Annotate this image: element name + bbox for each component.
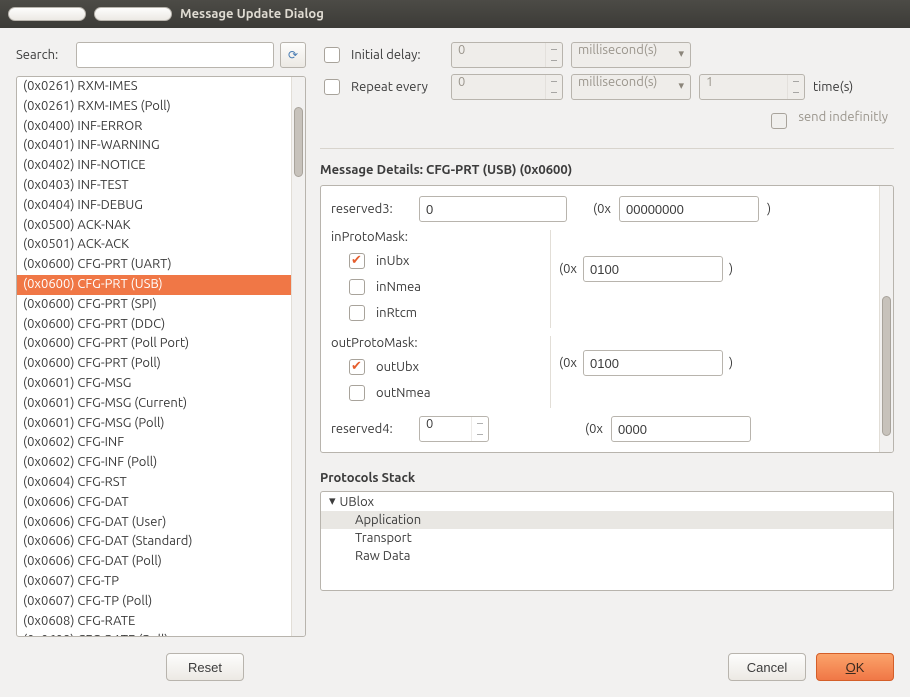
repeat-value-spinner[interactable]: 0 xyxy=(451,74,563,100)
reserved3-label: reserved3: xyxy=(331,202,411,216)
list-item[interactable]: (0x0601) CFG-MSG xyxy=(17,374,291,394)
list-item[interactable]: (0x0402) INF-NOTICE xyxy=(17,156,291,176)
tree-root[interactable]: ▾ UBlox xyxy=(321,492,893,511)
outnmea-label: outNmea xyxy=(376,386,431,400)
protocols-tree[interactable]: ▾ UBlox ApplicationTransportRaw Data xyxy=(320,491,894,591)
times-label: time(s) xyxy=(813,80,853,94)
list-item[interactable]: (0x0501) ACK-ACK xyxy=(17,235,291,255)
list-item[interactable]: (0x0404) INF-DEBUG xyxy=(17,196,291,216)
tree-root-label: UBlox xyxy=(340,495,375,509)
message-list[interactable]: (0x0261) RXM-IMES(0x0261) RXM-IMES (Poll… xyxy=(16,76,306,637)
tree-item[interactable]: Application xyxy=(321,511,893,529)
message-details-panel: reserved3: (0x ) inProtoMask: inUbx inNm… xyxy=(320,185,894,453)
inubx-checkbox[interactable] xyxy=(349,253,365,269)
divider xyxy=(320,148,894,149)
rparen: ) xyxy=(729,356,733,370)
refresh-icon: ⟳ xyxy=(288,48,298,62)
inrtcm-checkbox[interactable] xyxy=(349,305,365,321)
inrtcm-label: inRtcm xyxy=(376,306,417,320)
list-item[interactable]: (0x0600) CFG-PRT (Poll Port) xyxy=(17,334,291,354)
send-indefinitely-label: send indefinitly xyxy=(798,110,888,132)
rparen: ) xyxy=(767,202,771,216)
reserved3-input[interactable] xyxy=(419,196,567,222)
tree-item[interactable]: Raw Data xyxy=(321,547,893,565)
list-item[interactable]: (0x0261) RXM-IMES xyxy=(17,77,291,97)
hex-prefix: (0x xyxy=(559,356,577,370)
list-item[interactable]: (0x0602) CFG-INF (Poll) xyxy=(17,453,291,473)
reserved4-label: reserved4: xyxy=(331,422,411,436)
initial-delay-unit[interactable]: millisecond(s) xyxy=(571,42,691,68)
inprotomask-label: inProtoMask: xyxy=(331,230,540,244)
list-item[interactable]: (0x0606) CFG-DAT (Poll) xyxy=(17,552,291,572)
titlebar: Message Update Dialog xyxy=(0,0,910,28)
rparen: ) xyxy=(729,262,733,276)
initial-delay-checkbox[interactable] xyxy=(324,47,340,63)
innmea-checkbox[interactable] xyxy=(349,279,365,295)
message-list-scrollbar[interactable] xyxy=(291,77,305,636)
list-item[interactable]: (0x0600) CFG-PRT (Poll) xyxy=(17,354,291,374)
search-label: Search: xyxy=(16,48,70,62)
repeat-times-spinner[interactable]: 1 xyxy=(699,74,805,100)
outubx-checkbox[interactable] xyxy=(349,359,365,375)
list-item[interactable]: (0x0401) INF-WARNING xyxy=(17,136,291,156)
list-item[interactable]: (0x0261) RXM-IMES (Poll) xyxy=(17,97,291,117)
outprotomask-label: outProtoMask: xyxy=(331,336,540,350)
list-item[interactable]: (0x0602) CFG-INF xyxy=(17,433,291,453)
list-item[interactable]: (0x0403) INF-TEST xyxy=(17,176,291,196)
list-item[interactable]: (0x0600) CFG-PRT (DDC) xyxy=(17,315,291,335)
message-details-heading: Message Details: CFG-PRT (USB) (0x0600) xyxy=(320,163,894,177)
send-indefinitely-checkbox xyxy=(771,113,787,129)
outubx-label: outUbx xyxy=(376,360,419,374)
list-item[interactable]: (0x0608) CFG-RATE (Poll) xyxy=(17,631,291,636)
initial-delay-spinner[interactable]: 0 xyxy=(451,42,563,68)
ok-button[interactable]: OK xyxy=(816,653,894,681)
list-item[interactable]: (0x0607) CFG-TP xyxy=(17,572,291,592)
chevron-down-icon: ▾ xyxy=(329,494,336,509)
list-item[interactable]: (0x0601) CFG-MSG (Poll) xyxy=(17,414,291,434)
list-item[interactable]: (0x0400) INF-ERROR xyxy=(17,117,291,137)
cancel-button[interactable]: Cancel xyxy=(728,653,806,681)
reset-button[interactable]: Reset xyxy=(166,653,244,681)
close-icon[interactable] xyxy=(8,7,86,21)
reserved4-input[interactable]: 0 xyxy=(419,416,489,442)
list-item[interactable]: (0x0500) ACK-NAK xyxy=(17,216,291,236)
reserved3-hex-input[interactable] xyxy=(619,196,759,222)
repeat-unit[interactable]: millisecond(s) xyxy=(571,74,691,100)
list-item[interactable]: (0x0604) CFG-RST xyxy=(17,473,291,493)
protocols-stack-heading: Protocols Stack xyxy=(320,471,894,485)
list-item[interactable]: (0x0606) CFG-DAT xyxy=(17,493,291,513)
list-item[interactable]: (0x0600) CFG-PRT (SPI) xyxy=(17,295,291,315)
repeat-label: Repeat every xyxy=(351,80,443,94)
innmea-label: inNmea xyxy=(376,280,421,294)
inprotomask-hex-input[interactable] xyxy=(583,256,723,282)
window-title: Message Update Dialog xyxy=(180,7,324,21)
search-input[interactable] xyxy=(76,42,274,68)
hex-prefix: (0x xyxy=(559,262,577,276)
tree-item[interactable]: Transport xyxy=(321,529,893,547)
list-item[interactable]: (0x0607) CFG-TP (Poll) xyxy=(17,592,291,612)
list-item[interactable]: (0x0606) CFG-DAT (User) xyxy=(17,513,291,533)
list-item[interactable]: (0x0608) CFG-RATE xyxy=(17,612,291,632)
search-options-button[interactable]: ⟳ xyxy=(280,42,306,68)
reserved4-hex-input[interactable] xyxy=(611,416,751,442)
list-item[interactable]: (0x0606) CFG-DAT (Standard) xyxy=(17,532,291,552)
outnmea-checkbox[interactable] xyxy=(349,385,365,401)
list-item[interactable]: (0x0600) CFG-PRT (USB) xyxy=(17,275,291,295)
initial-delay-label: Initial delay: xyxy=(351,48,443,62)
inubx-label: inUbx xyxy=(376,254,410,268)
hex-prefix: (0x xyxy=(585,422,603,436)
list-item[interactable]: (0x0601) CFG-MSG (Current) xyxy=(17,394,291,414)
list-item[interactable]: (0x0600) CFG-PRT (UART) xyxy=(17,255,291,275)
repeat-checkbox[interactable] xyxy=(324,79,340,95)
hex-prefix: (0x xyxy=(593,202,611,216)
minimize-icon[interactable] xyxy=(94,7,172,21)
outprotomask-hex-input[interactable] xyxy=(583,350,723,376)
details-scrollbar[interactable] xyxy=(879,186,893,452)
